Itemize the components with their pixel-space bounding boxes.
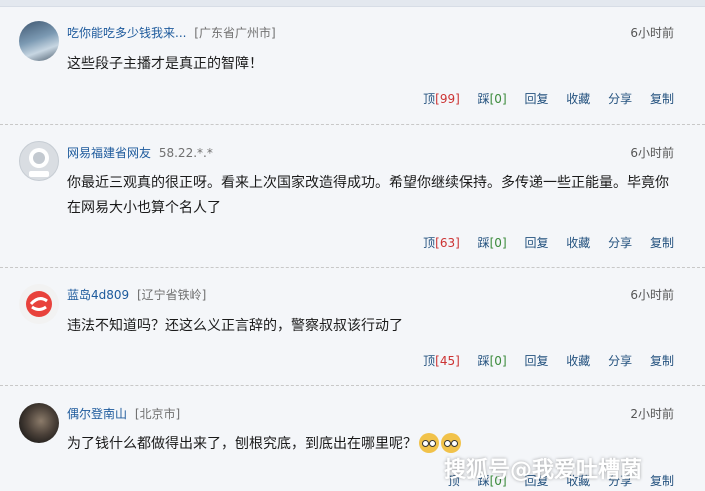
comment-text: 这些段子主播才是真正的智障！ — [67, 56, 263, 72]
comment-header: 吃你能吃多少钱我来... [广东省广州市] — [67, 24, 276, 41]
timestamp: 6小时前 — [630, 26, 674, 40]
user-location: [辽宁省铁岭] — [137, 288, 207, 302]
smile-emoji-icon — [419, 433, 439, 453]
comment-actions: 顶[99] 踩[0] 回复 收藏 分享 复制 — [409, 90, 674, 107]
divider — [0, 385, 705, 386]
comment-feed: 吃你能吃多少钱我来... [广东省广州市] 6小时前 这些段子主播才是真正的智障… — [0, 0, 705, 491]
reply-button[interactable]: 回复 — [524, 234, 548, 251]
timestamp: 2小时前 — [630, 407, 674, 421]
downvote-button[interactable]: 踩[0] — [478, 352, 507, 369]
timestamp: 6小时前 — [630, 146, 674, 160]
upvote-button[interactable]: 顶[45] — [423, 352, 460, 369]
netease-logo-icon — [26, 291, 52, 317]
copy-button[interactable]: 复制 — [650, 234, 674, 251]
user-location: [广东省广州市] — [194, 26, 276, 40]
comment-header: 网易福建省网友 58.22.*.* — [67, 144, 213, 161]
username[interactable]: 蓝岛4d809 — [67, 288, 129, 302]
cloud-photo-avatar[interactable] — [19, 21, 59, 61]
user-location: 58.22.*.* — [158, 146, 213, 160]
comment-text-content: 为了钱什么都做得出来了，刨根究底，到底出在哪里呢？ — [67, 436, 417, 452]
netease-logo-avatar[interactable] — [19, 284, 59, 324]
reply-button[interactable]: 回复 — [524, 90, 548, 107]
username[interactable]: 偶尔登南山 — [67, 407, 127, 421]
upvote-button[interactable]: 顶[99] — [423, 90, 460, 107]
dog-photo-avatar[interactable] — [19, 403, 59, 443]
comment-header: 蓝岛4d809 [辽宁省铁岭] — [67, 286, 206, 303]
divider — [0, 124, 705, 125]
reply-button[interactable]: 回复 — [524, 352, 548, 369]
copy-button[interactable]: 复制 — [650, 472, 674, 489]
share-button[interactable]: 分享 — [608, 90, 632, 107]
smile-emoji-icon — [441, 433, 461, 453]
top-border — [0, 0, 705, 7]
timestamp: 6小时前 — [630, 288, 674, 302]
comment-actions: 顶[63] 踩[0] 回复 收藏 分享 复制 — [409, 234, 674, 251]
username[interactable]: 吃你能吃多少钱我来... — [67, 26, 186, 40]
comment-actions: 顶[45] 踩[0] 回复 收藏 分享 复制 — [409, 352, 674, 369]
downvote-button[interactable]: 踩[0] — [478, 234, 507, 251]
default-user-avatar[interactable] — [19, 141, 59, 181]
divider — [0, 267, 705, 268]
user-location: [北京市] — [134, 407, 181, 421]
comment-text: 你最近三观真的很正呀。看来上次国家改造得成功。希望你继续保持。多传递一些正能量。… — [67, 175, 669, 216]
username[interactable]: 网易福建省网友 — [67, 146, 151, 160]
share-button[interactable]: 分享 — [608, 234, 632, 251]
copy-button[interactable]: 复制 — [650, 90, 674, 107]
collect-button[interactable]: 收藏 — [566, 234, 590, 251]
user-silhouette-icon — [29, 148, 49, 177]
comment-header: 偶尔登南山 [北京市] — [67, 405, 180, 422]
downvote-button[interactable]: 踩[0] — [478, 90, 507, 107]
watermark: 搜狐号@我爱吐槽菌 — [444, 458, 643, 483]
copy-button[interactable]: 复制 — [650, 352, 674, 369]
share-button[interactable]: 分享 — [608, 352, 632, 369]
upvote-button[interactable]: 顶[63] — [423, 234, 460, 251]
collect-button[interactable]: 收藏 — [566, 352, 590, 369]
collect-button[interactable]: 收藏 — [566, 90, 590, 107]
comment-text: 违法不知道吗？还这么义正言辞的，警察叔叔该行动了 — [67, 318, 403, 334]
